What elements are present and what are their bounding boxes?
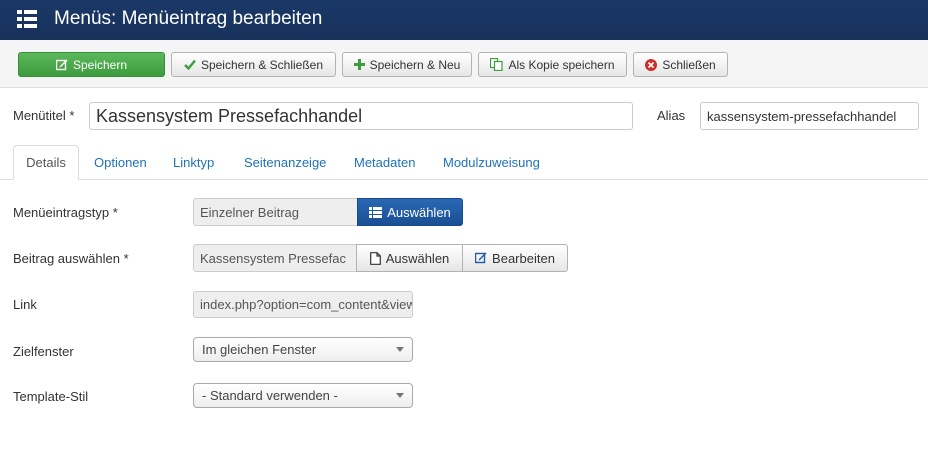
menu-title-input[interactable]: Kassensystem Pressefachhandel [89,102,633,130]
article-edit-button[interactable]: Bearbeiten [462,244,568,272]
close-button[interactable]: Schließen [633,52,728,77]
article-edit-label: Bearbeiten [492,250,555,266]
save-copy-button[interactable]: Als Kopie speichern [478,52,627,77]
alias-input[interactable]: kassensystem-pressefachhandel [700,102,919,130]
tab-linktyp[interactable]: Linktyp [173,145,214,180]
tab-optionen[interactable]: Optionen [94,145,147,180]
save-copy-label: Als Kopie speichern [508,57,615,72]
save-label: Speichern [72,57,128,72]
close-circle-icon [645,58,658,71]
menu-type-field: Einzelner Beitrag [193,198,358,226]
target-window-label: Zielfenster [13,344,74,359]
tab-seitenanzeige[interactable]: Seitenanzeige [244,145,326,180]
menu-type-select-button[interactable]: Auswählen [357,198,463,226]
link-field: index.php?option=com_content&view [193,291,413,318]
page-title: Menüs: Menüeintrag bearbeiten [54,8,323,29]
menu-type-label: Menüeintragstyp * [13,205,118,220]
tab-details[interactable]: Details [13,145,79,180]
copy-icon [490,58,504,71]
article-select-button[interactable]: Auswählen [356,244,463,272]
tab-modulzuweisung[interactable]: Modulzuweisung [443,145,540,180]
article-label: Beitrag auswählen * [13,251,129,266]
toolbar: Speichern Speichern & Schließen Speicher… [0,40,928,88]
page-header: Menüs: Menüeintrag bearbeiten [0,0,928,40]
menu-title-label: Menütitel * [13,108,75,123]
target-window-value: Im gleichen Fenster [202,342,317,357]
edit-icon [475,252,487,264]
template-style-label: Template-Stil [13,389,89,404]
save-button[interactable]: Speichern [18,52,165,77]
template-style-value: - Standard verwenden - [202,388,338,403]
save-close-button[interactable]: Speichern & Schließen [171,52,336,77]
save-new-label: Speichern & Neu [369,57,461,72]
save-new-button[interactable]: Speichern & Neu [342,52,472,77]
edit-icon [55,59,68,70]
close-label: Schließen [662,57,716,72]
list-icon [369,206,383,218]
tab-metadaten[interactable]: Metadaten [354,145,415,180]
article-field: Kassensystem Pressefac [193,244,357,272]
chevron-down-icon [396,347,404,352]
chevron-down-icon [396,393,404,398]
save-close-label: Speichern & Schließen [200,57,324,72]
menu-type-select-label: Auswählen [387,204,451,220]
target-window-select[interactable]: Im gleichen Fenster [193,337,413,362]
template-style-select[interactable]: - Standard verwenden - [193,383,413,408]
list-menu-icon [17,10,37,28]
check-icon [184,59,196,70]
article-select-label: Auswählen [385,250,450,266]
file-icon [369,251,381,265]
link-label: Link [13,297,37,312]
alias-label: Alias [657,108,686,123]
plus-icon [353,59,365,70]
